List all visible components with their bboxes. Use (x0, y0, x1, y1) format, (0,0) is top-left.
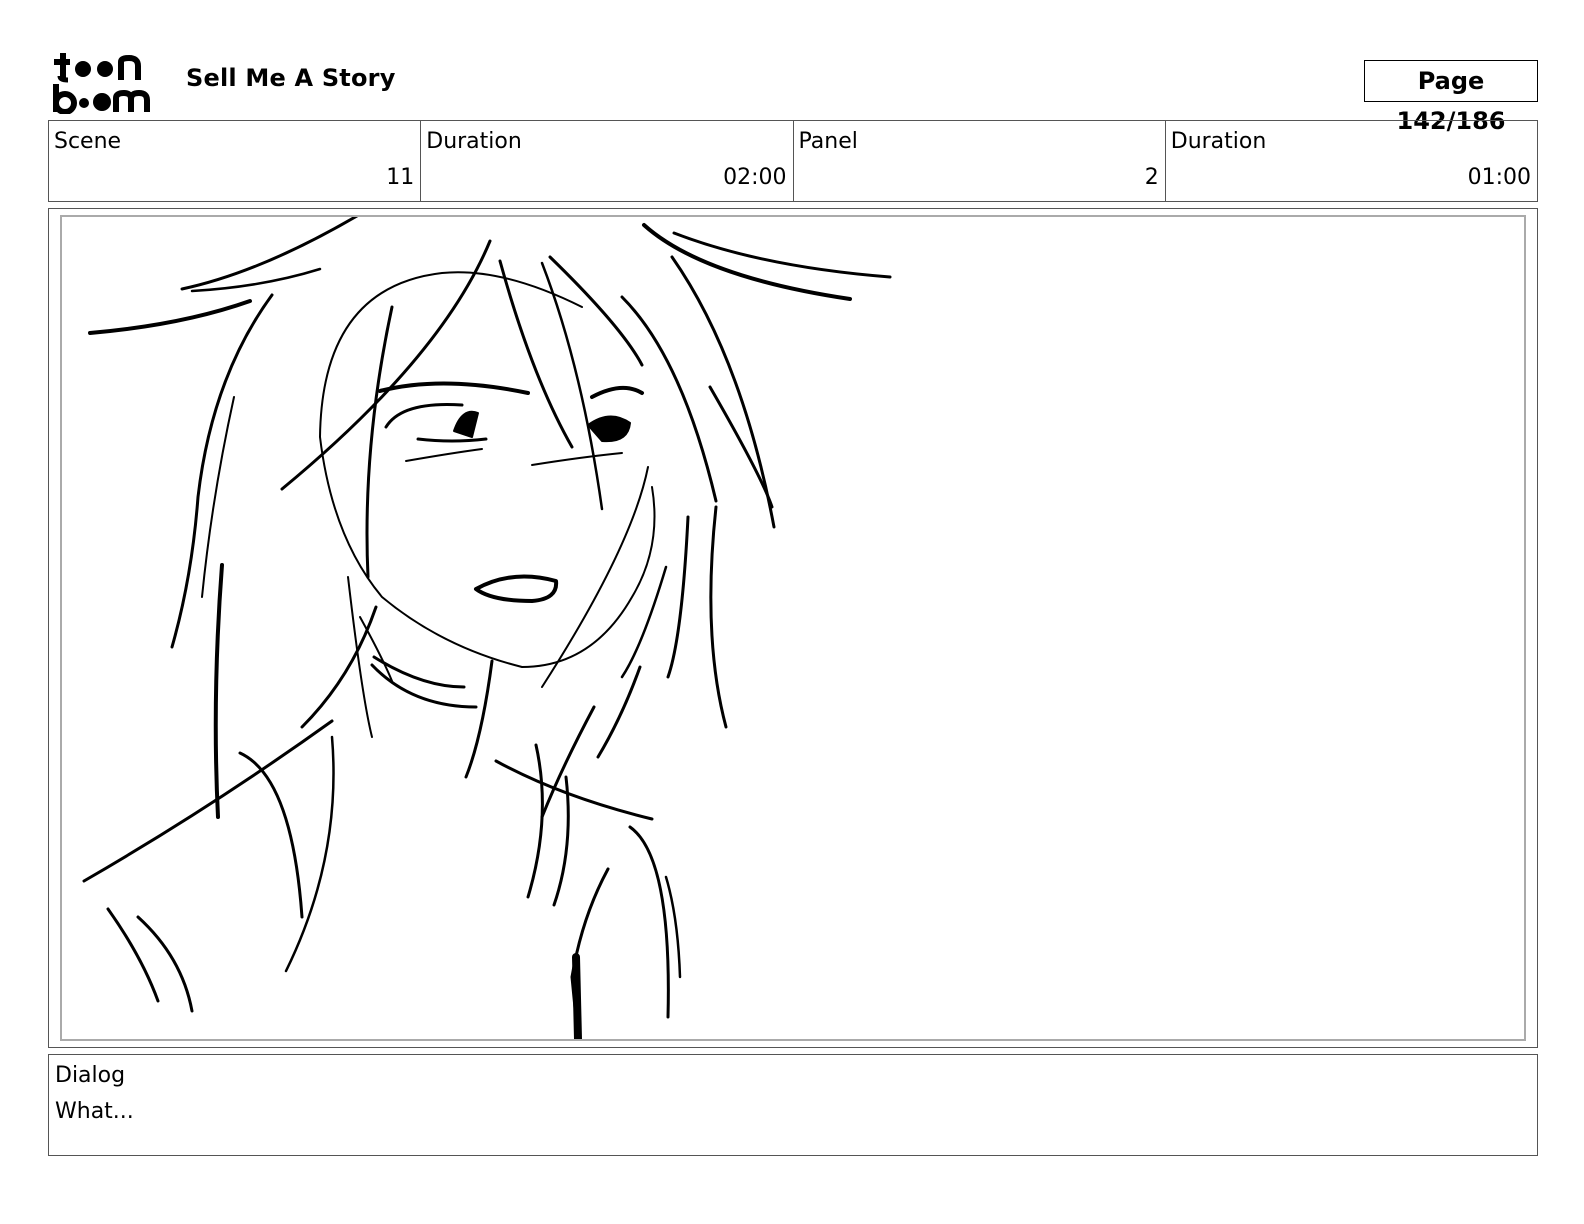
page-number: Page 142/186 (1364, 60, 1538, 135)
scene-label: Scene (54, 129, 122, 154)
panel-cell: Panel 2 (794, 121, 1166, 201)
panel-duration-value: 01:00 (1467, 165, 1531, 190)
panel-duration-cell: Duration 01:00 (1166, 121, 1537, 201)
project-title: Sell Me A Story (186, 64, 396, 92)
scene-value: 11 (386, 165, 415, 190)
scene-info-table: Scene 11 Duration 02:00 Panel 2 Duration… (48, 120, 1538, 202)
dialog-text: What... (55, 1099, 134, 1124)
panel-value: 2 (1144, 165, 1159, 190)
storyboard-panel (48, 208, 1538, 1048)
panel-drawing-frame (60, 215, 1526, 1041)
page-header: Sell Me A Story Page 142/186 (0, 0, 1584, 135)
dialog-box: Dialog What... (48, 1054, 1538, 1156)
dialog-label: Dialog (55, 1063, 126, 1088)
toon-boom-logo (50, 48, 165, 115)
panel-duration-label: Duration (1170, 129, 1267, 154)
scene-duration-cell: Duration 02:00 (421, 121, 794, 201)
panel-label: Panel (798, 129, 858, 154)
sketch-drawing (82, 217, 892, 1039)
scene-duration-label: Duration (426, 129, 522, 154)
scene-cell: Scene 11 (49, 121, 422, 201)
scene-duration-value: 02:00 (723, 165, 787, 190)
